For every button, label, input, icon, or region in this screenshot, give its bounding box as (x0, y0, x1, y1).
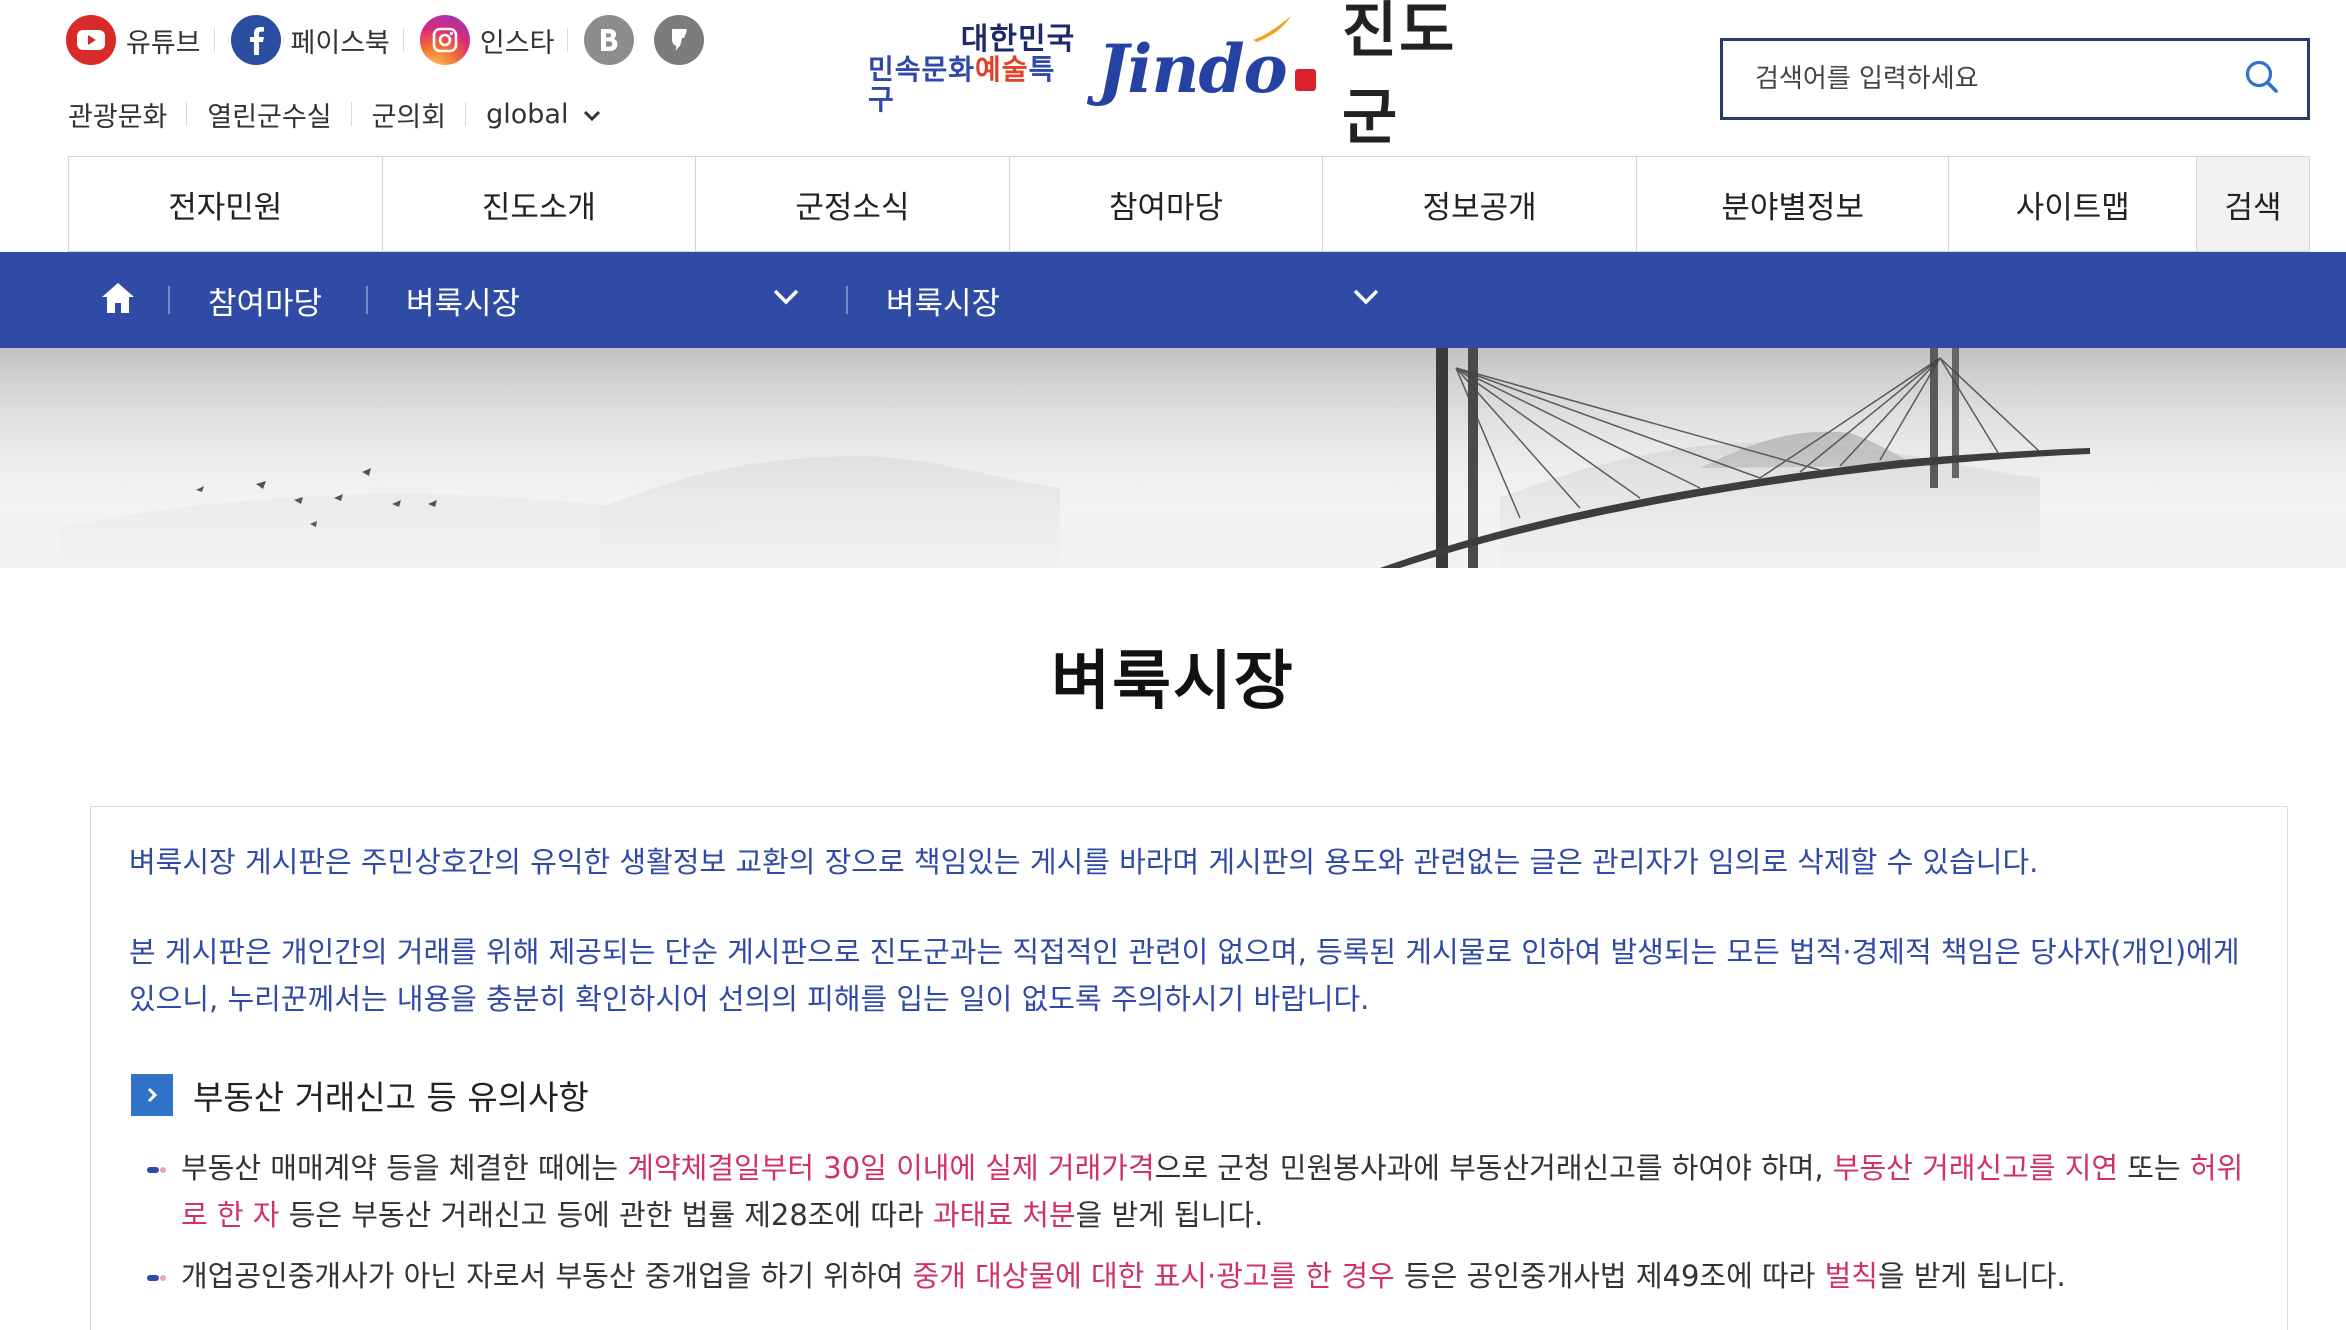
chevron-right-icon (131, 1074, 173, 1116)
facebook-link[interactable]: 페이스북 (230, 14, 405, 66)
chevron-down-icon (770, 286, 802, 312)
instagram-link[interactable]: 인스타 (419, 14, 569, 66)
list-item: 부동산 매매계약 등을 체결한 때에는 계약체결일부터 30일 이내에 실제 거… (147, 1145, 2267, 1239)
search-input[interactable] (1755, 64, 2243, 94)
logo-slogan-top: 대한민국 (960, 21, 1076, 57)
blog-icon (584, 15, 635, 65)
search-box (1720, 38, 2310, 120)
chevron-down-icon (1350, 286, 1382, 312)
bullet-icon (147, 1275, 167, 1281)
nav-item-info-disclosure[interactable]: 정보공개 (1323, 157, 1637, 251)
kakao-story-icon (654, 15, 705, 65)
nav-item-field-info[interactable]: 분야별정보 (1637, 157, 1950, 251)
bullet-icon (147, 1167, 167, 1173)
nav-item-civil-service[interactable]: 전자민원 (69, 157, 383, 251)
board-notice: 벼룩시장 게시판은 주민상호간의 유익한 생활정보 교환의 장으로 책임있는 게… (90, 806, 2288, 1330)
youtube-label: 유튜브 (126, 27, 201, 59)
sns-links: 유튜브 페이스북 인스타 (66, 14, 705, 66)
breadcrumb-depth2: 벼룩시장 (406, 285, 521, 322)
kakao-link[interactable] (654, 14, 705, 66)
quick-link-mayor[interactable]: 열린군수실 (187, 92, 352, 136)
page-title: 벼룩시장 (1051, 645, 1295, 719)
search-icon[interactable] (2243, 58, 2281, 100)
global-dropdown[interactable]: global (466, 92, 622, 136)
facebook-icon (230, 15, 281, 65)
global-label: global (486, 98, 569, 130)
list-item: 개업공인중개사가 아닌 자로서 부동산 중개업을 하기 위하여 중개 대상물에 … (147, 1253, 2267, 1300)
breadcrumb-divider (846, 286, 848, 314)
chevron-down-icon (582, 99, 602, 130)
breadcrumb-divider (366, 286, 368, 314)
breadcrumb-depth1[interactable]: 참여마당 (208, 252, 322, 348)
quick-link-tourism[interactable]: 관광문화 (68, 92, 188, 136)
home-icon[interactable] (98, 278, 138, 322)
youtube-icon (66, 15, 116, 65)
swoosh-icon (1252, 16, 1291, 42)
youtube-link[interactable]: 유튜브 (66, 14, 215, 66)
quick-link-council[interactable]: 군의회 (352, 92, 467, 136)
instagram-label: 인스타 (479, 27, 555, 59)
facebook-label: 페이스북 (290, 27, 390, 59)
section-heading: 부동산 거래신고 등 유의사항 (131, 1071, 589, 1119)
nav-item-search[interactable]: 검색 (2197, 157, 2309, 251)
notice-paragraph-1: 벼룩시장 게시판은 주민상호간의 유익한 생활정보 교환의 장으로 책임있는 게… (129, 845, 2039, 879)
breadcrumb-divider (168, 286, 170, 314)
sub-visual-banner (0, 348, 2346, 568)
breadcrumb: 참여마당 벼룩시장 벼룩시장 (0, 252, 2346, 348)
site-logo[interactable]: 대한민국 민속문화예술특구 Jindo 진도군 (868, 0, 1508, 153)
notice-paragraph-2: 본 게시판은 개인간의 거래를 위해 제공되는 단순 게시판으로 진도군과는 직… (129, 935, 2240, 1016)
logo-name: 진도군 (1341, 0, 1457, 153)
nav-item-participation[interactable]: 참여마당 (1010, 157, 1324, 251)
logo-wordmark: Jindo (1097, 16, 1291, 108)
seal-icon (1294, 69, 1316, 91)
breadcrumb-depth3: 벼룩시장 (886, 285, 1001, 322)
section-title: 부동산 거래신고 등 유의사항 (193, 1078, 589, 1117)
instagram-icon (419, 15, 470, 65)
bridge-landscape-image (0, 348, 2346, 568)
nav-item-jindo-intro[interactable]: 진도소개 (383, 157, 697, 251)
nav-item-sitemap[interactable]: 사이트맵 (1949, 157, 2198, 251)
logo-slogan-bottom: 민속문화예술특구 (868, 53, 1056, 116)
nav-item-county-news[interactable]: 군정소식 (696, 157, 1010, 251)
blog-link[interactable] (584, 14, 640, 66)
main-navigation: 전자민원 진도소개 군정소식 참여마당 정보공개 분야별정보 사이트맵 검색 (68, 156, 2310, 252)
quick-links: 관광문화 열린군수실 군의회 global (68, 92, 622, 136)
logo-slogan: 대한민국 민속문화예술특구 (868, 24, 1075, 114)
